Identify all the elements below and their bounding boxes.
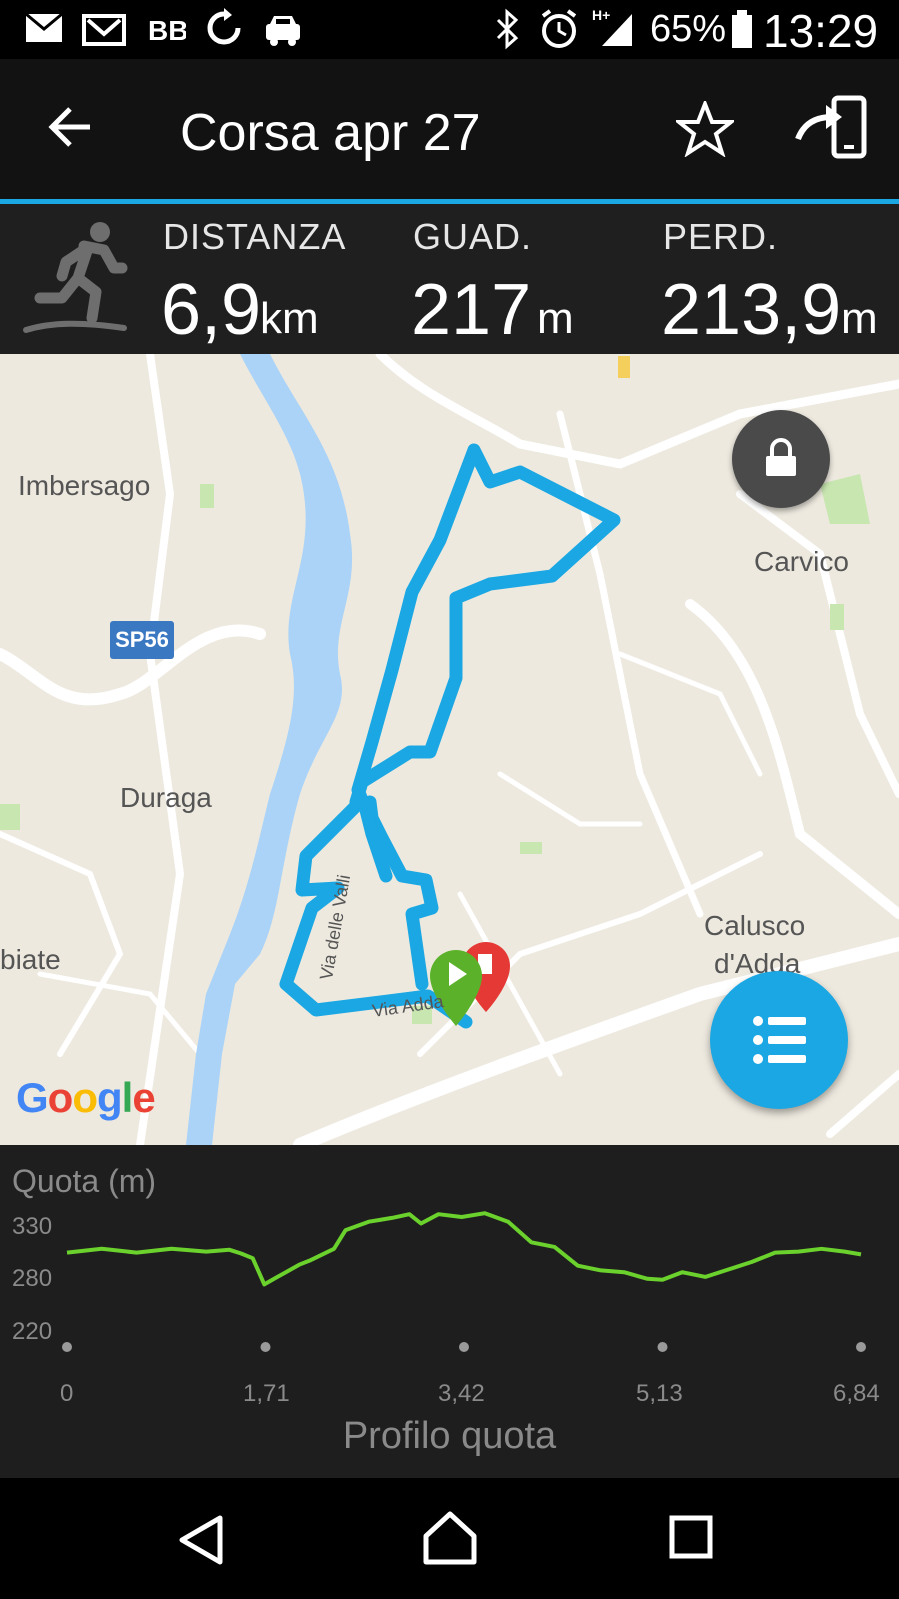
google-logo: Google [16, 1074, 156, 1121]
star-outline-icon[interactable] [676, 101, 734, 157]
river [186, 354, 353, 1145]
list-icon [753, 1016, 806, 1064]
gain-unit: m [537, 294, 574, 343]
route-line-north [349, 443, 621, 883]
svg-text:H+: H+ [592, 7, 610, 23]
car-icon [266, 16, 300, 46]
svg-text:BB: BB [148, 15, 186, 44]
gain-label: GUAD. [413, 216, 533, 257]
x-tick-dot [856, 1342, 866, 1352]
gain-value: 217 [411, 270, 532, 350]
x-tick-dot [260, 1342, 271, 1352]
start-marker [430, 950, 482, 1026]
x-tick-label: 6,84 [833, 1380, 880, 1407]
x-tick-label: 5,13 [636, 1380, 683, 1407]
gmail-icon [82, 14, 126, 46]
page-title: Corsa apr 27 [180, 104, 481, 162]
bluetooth-icon [496, 8, 519, 50]
route-map[interactable]: Imbersago Carvico Duraga Calusco d'Adda … [0, 354, 899, 1145]
x-tick-label: 0 [60, 1380, 74, 1407]
map-poi [618, 356, 630, 378]
bb-icon: BB [148, 15, 186, 44]
status-bar: BB H+ 65% 13:29 [0, 0, 899, 59]
place-calusco: Calusco [704, 910, 806, 941]
elevation-chart [62, 1211, 866, 1352]
signal-icon: H+ [592, 7, 632, 46]
elevation-caption: Profilo quota [342, 1415, 557, 1457]
place-duraga: Duraga [120, 782, 212, 813]
send-to-device-icon[interactable] [794, 95, 872, 161]
stats-panel: DISTANZA 6,9 km GUAD. 217 m PERD. 213,9 … [0, 204, 899, 354]
x-tick-label: 1,71 [243, 1380, 290, 1407]
mail-icon [25, 12, 63, 42]
x-tick-dot [657, 1342, 668, 1352]
battery-percent: 65% [650, 8, 727, 50]
loss-value: 213,9 [661, 270, 842, 350]
nav-home-icon[interactable] [422, 1510, 478, 1566]
elevation-panel: Quota (m) 330 280 220 0 1,71 3,42 5,13 6… [0, 1145, 899, 1478]
sync-icon [207, 8, 241, 45]
nav-recents-icon[interactable] [668, 1514, 714, 1560]
battery-icon [732, 10, 752, 48]
app-bar: Corsa apr 27 [0, 59, 899, 199]
nav-back-icon[interactable] [176, 1514, 226, 1566]
arrow-back-icon[interactable] [46, 105, 94, 149]
clock: 13:29 [763, 5, 879, 57]
x-tick-dot [459, 1342, 469, 1352]
road-badge-sp56: SP56 [110, 621, 174, 659]
distance-unit: km [260, 294, 319, 343]
place-biate: biate [0, 944, 61, 975]
elevation-line [66, 1211, 862, 1287]
place-carvico: Carvico [754, 546, 849, 577]
x-tick-dot [62, 1342, 72, 1352]
place-imbersago: Imbersago [18, 470, 151, 501]
lock-button[interactable] [732, 410, 830, 508]
x-tick-label: 3,42 [438, 1380, 485, 1407]
alarm-icon [541, 9, 577, 48]
navigation-bar [0, 1478, 899, 1599]
lock-icon [766, 438, 796, 476]
running-icon [23, 222, 128, 333]
distance-value: 6,9 [161, 270, 262, 350]
distance-label: DISTANZA [163, 216, 347, 257]
loss-label: PERD. [663, 216, 779, 257]
list-button[interactable] [710, 971, 848, 1109]
loss-unit: m [841, 294, 878, 343]
